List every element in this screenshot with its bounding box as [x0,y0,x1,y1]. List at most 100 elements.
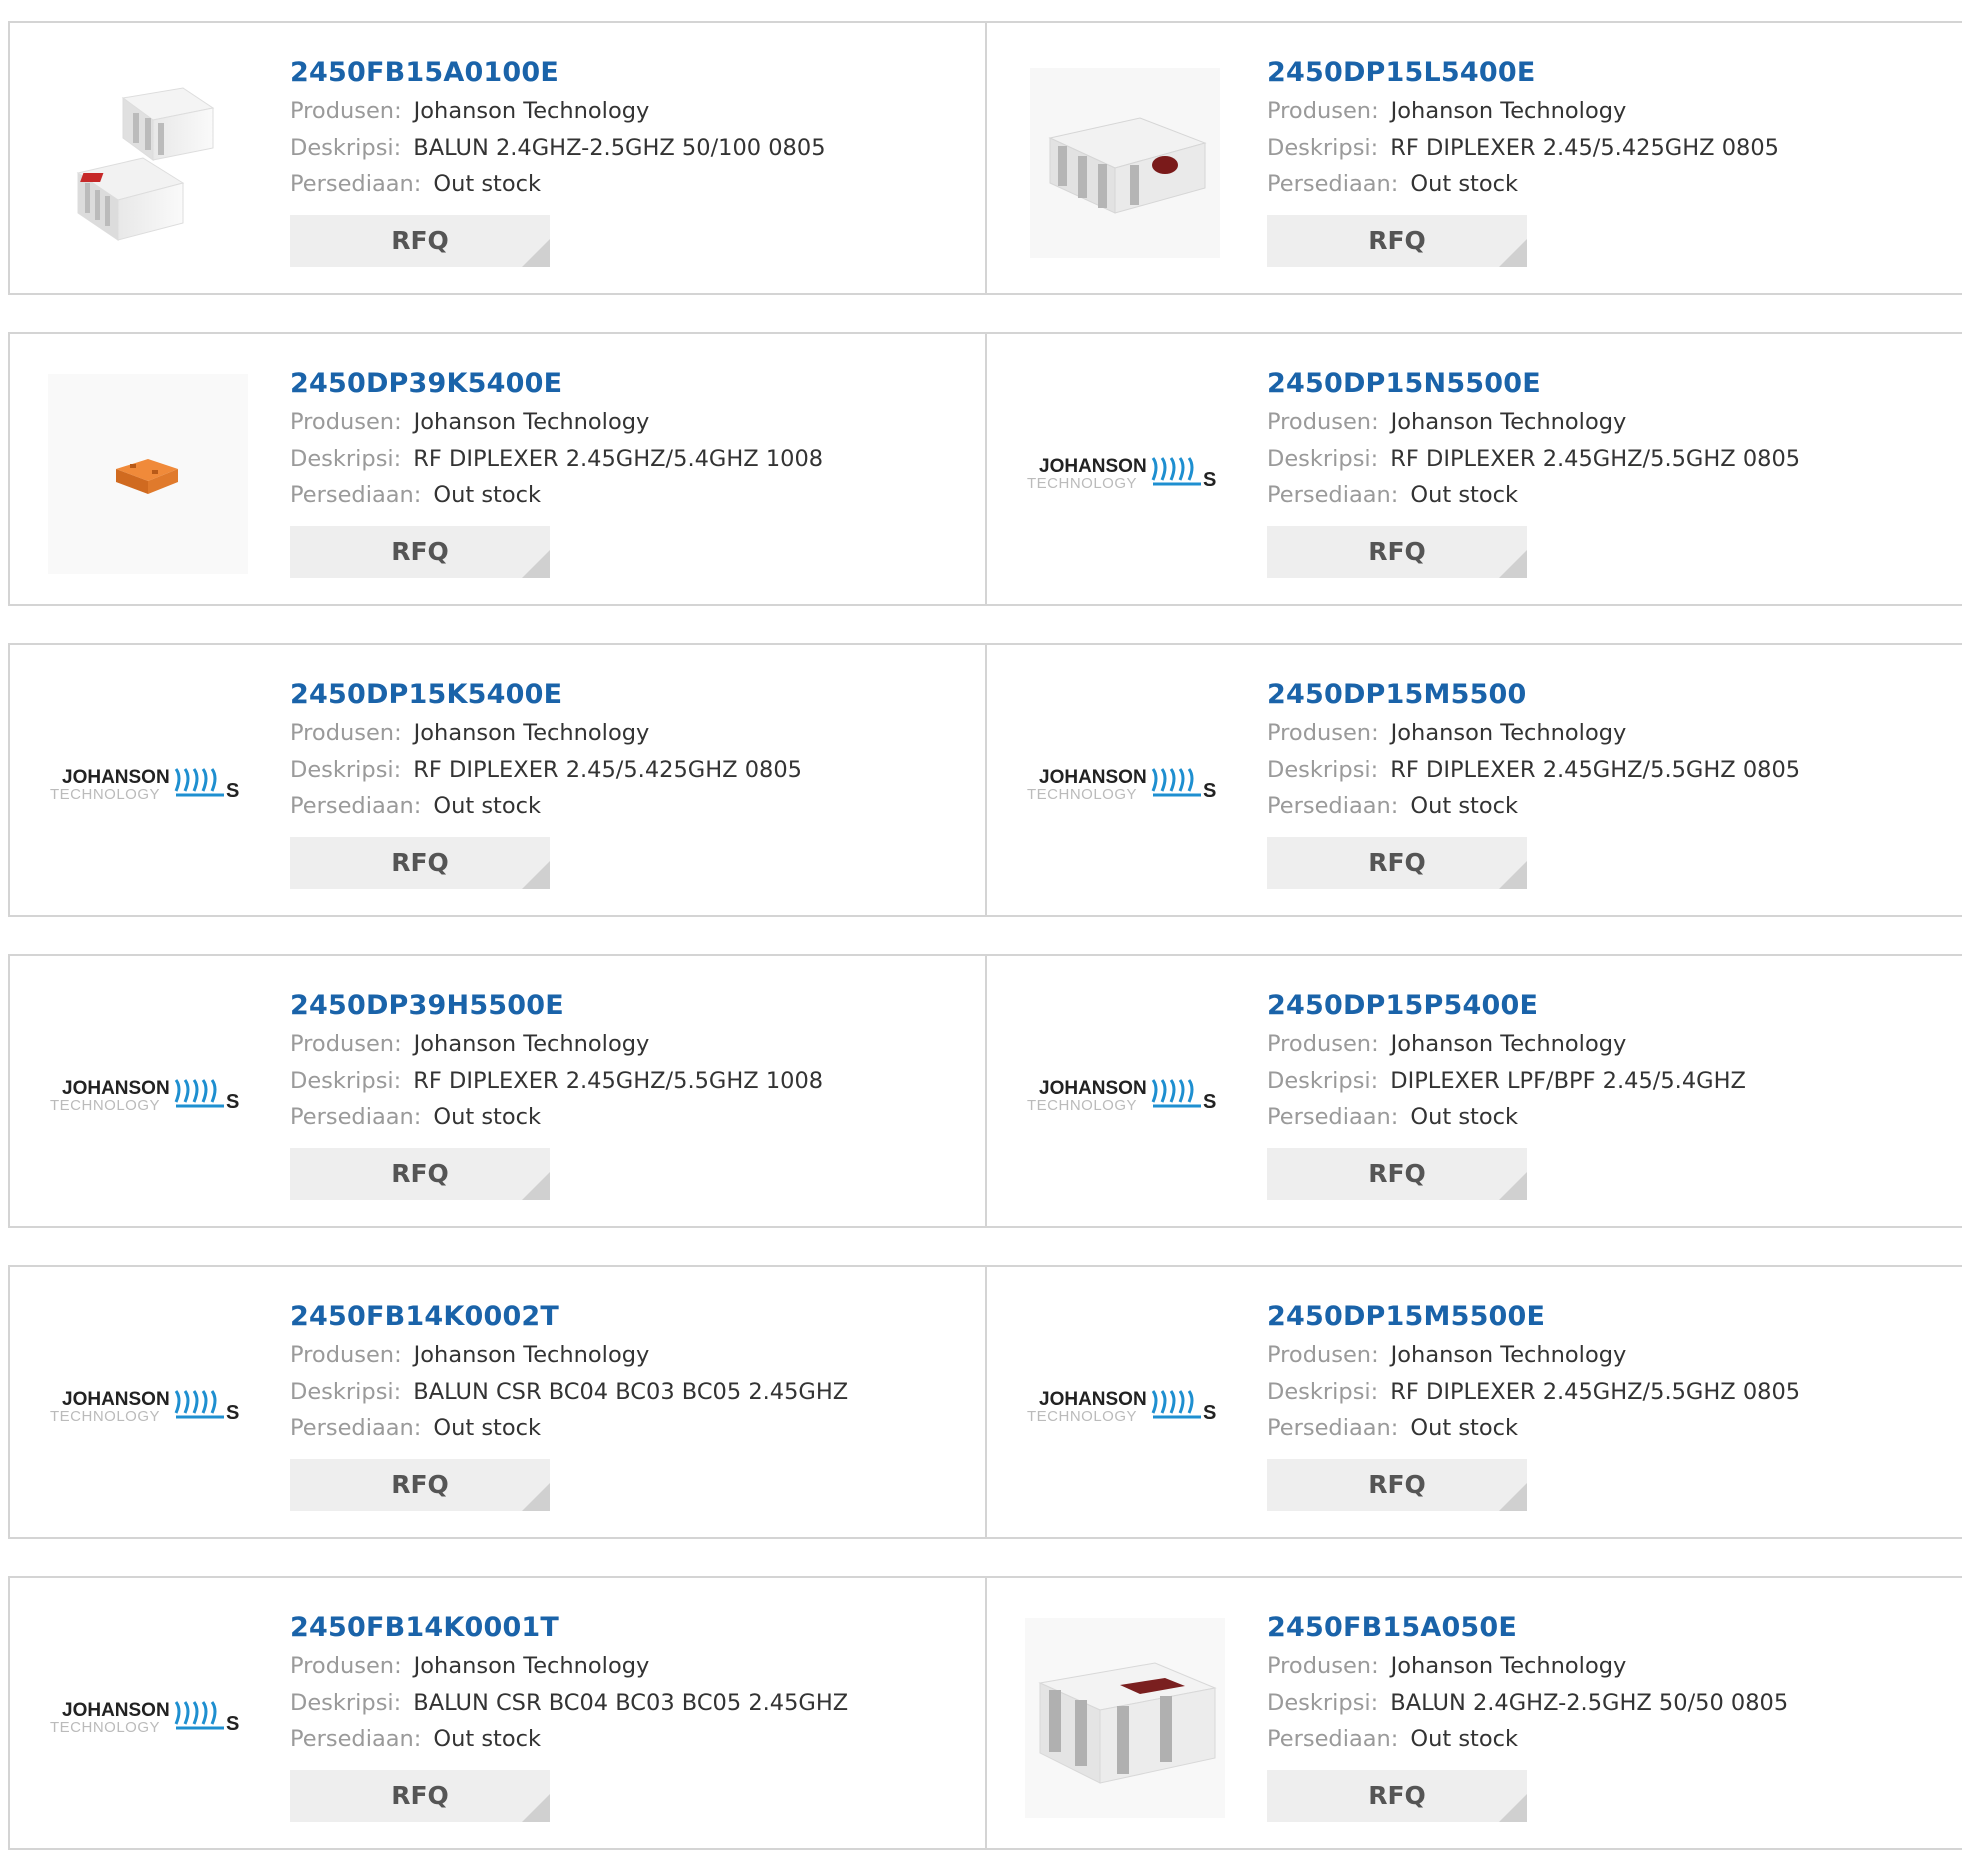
stock-value: Out stock [433,1726,542,1752]
manufacturer-value: Johanson Technology [413,1342,650,1368]
description-value: BALUN 2.4GHZ-2.5GHZ 50/50 0805 [1390,1689,1789,1716]
description-value: BALUN CSR BC04 BC03 BC05 2.45GHZ [413,1378,849,1405]
rfq-button[interactable]: RFQ [1267,1458,1527,1511]
description-label: Deskripsi: [1267,1067,1379,1094]
part-number-link[interactable]: 2450DP39K5400E [290,364,823,404]
product-info: 2450DP39H5500E Produsen: Johanson Technol… [290,986,823,1200]
rfq-label: RFQ [391,537,449,566]
manufacturer-label: Produsen: [1267,98,1379,124]
product-info: 2450FB14K0001T Produsen: Johanson Technol… [290,1608,848,1822]
svg-text:S: S [226,1713,239,1735]
johanson-logo-image[interactable]: JOHANSON TECHNOLOGY S [1025,374,1225,574]
description-label: Deskripsi: [290,756,402,783]
stock-row: Persediaan: Out stock [290,1410,848,1447]
description-value: BALUN 2.4GHZ-2.5GHZ 50/100 0805 [413,134,826,161]
johanson-logo-image[interactable]: JOHANSON TECHNOLOGY S [48,685,248,885]
rfq-button[interactable]: RFQ [1267,1769,1527,1822]
rfq-button[interactable]: RFQ [290,525,550,578]
johanson-logo-image[interactable]: JOHANSON TECHNOLOGY S [48,1618,248,1818]
svg-text:JOHANSON: JOHANSON [62,767,170,788]
svg-text:TECHNOLOGY: TECHNOLOGY [50,1408,160,1425]
part-number-link[interactable]: 2450FB14K0001T [290,1608,848,1648]
stock-row: Persediaan: Out stock [290,788,802,825]
rfq-button[interactable]: RFQ [1267,1147,1527,1200]
rfq-button[interactable]: RFQ [1267,525,1527,578]
orange-chip-image[interactable] [48,374,248,574]
stock-label: Persediaan: [290,793,422,819]
rfq-button[interactable]: RFQ [290,1458,550,1511]
part-number-link[interactable]: 2450FB15A050E [1267,1608,1788,1648]
rfq-label: RFQ [391,1159,449,1188]
manufacturer-value: Johanson Technology [1390,409,1627,435]
corner-triangle-icon [1499,1171,1527,1200]
description-row: Deskripsi: RF DIPLEXER 2.45/5.425GHZ 0805 [290,752,802,789]
part-number-link[interactable]: 2450FB15A0100E [290,53,826,93]
svg-text:S: S [226,1402,239,1424]
description-row: Deskripsi: RF DIPLEXER 2.45GHZ/5.5GHZ 080… [1267,752,1800,789]
part-number-link[interactable]: 2450DP15P5400E [1267,986,1746,1026]
manufacturer-row: Produsen: Johanson Technology [1267,715,1800,752]
svg-text:JOHANSON: JOHANSON [1039,1389,1147,1410]
part-number-link[interactable]: 2450DP15M5500 [1267,675,1800,715]
part-number-link[interactable]: 2450DP39H5500E [290,986,823,1026]
corner-triangle-icon [522,860,550,889]
stock-value: Out stock [433,482,542,508]
manufacturer-value: Johanson Technology [413,98,650,124]
johanson-logo-image[interactable]: JOHANSON TECHNOLOGY S [1025,1307,1225,1507]
stock-label: Persediaan: [290,1104,422,1130]
manufacturer-row: Produsen: Johanson Technology [290,404,823,441]
manufacturer-value: Johanson Technology [1390,1653,1627,1679]
diplexer-chip-image[interactable] [1025,63,1225,263]
johanson-logo-image[interactable]: JOHANSON TECHNOLOGY S [1025,996,1225,1196]
rfq-button[interactable]: RFQ [290,836,550,889]
manufacturer-value: Johanson Technology [1390,98,1627,124]
rfq-label: RFQ [1368,1159,1426,1188]
description-value: RF DIPLEXER 2.45GHZ/5.5GHZ 0805 [1390,1378,1801,1405]
manufacturer-label: Produsen: [290,1653,402,1679]
svg-text:S: S [1203,1402,1216,1424]
manufacturer-label: Produsen: [1267,1653,1379,1679]
balun-chip-image[interactable] [1025,1618,1225,1818]
johanson-logo-image[interactable]: JOHANSON TECHNOLOGY S [48,996,248,1196]
stock-value: Out stock [1410,1415,1519,1441]
svg-text:S: S [1203,780,1216,802]
manufacturer-row: Produsen: Johanson Technology [1267,93,1779,130]
rfq-button[interactable]: RFQ [1267,214,1527,267]
corner-triangle-icon [1499,238,1527,267]
product-info: 2450FB15A050E Produsen: Johanson Technolo… [1267,1608,1788,1822]
stock-label: Persediaan: [1267,1104,1399,1130]
description-row: Deskripsi: DIPLEXER LPF/BPF 2.45/5.4GHZ [1267,1063,1746,1100]
product-card: JOHANSON TECHNOLOGY S 2450DP15N5500E Pro… [987,332,1962,606]
part-number-link[interactable]: 2450DP15L5400E [1267,53,1779,93]
part-number-link[interactable]: 2450FB14K0002T [290,1297,848,1337]
rfq-button[interactable]: RFQ [290,1147,550,1200]
stock-row: Persediaan: Out stock [1267,1099,1746,1136]
svg-text:S: S [226,1091,239,1113]
manufacturer-value: Johanson Technology [413,720,650,746]
rfq-button[interactable]: RFQ [1267,836,1527,889]
manufacturer-value: Johanson Technology [1390,1342,1627,1368]
stock-value: Out stock [433,171,542,197]
manufacturer-label: Produsen: [290,1342,402,1368]
description-label: Deskripsi: [290,1689,402,1716]
stock-label: Persediaan: [1267,1726,1399,1752]
stock-value: Out stock [1410,171,1519,197]
part-number-link[interactable]: 2450DP15N5500E [1267,364,1800,404]
description-value: RF DIPLEXER 2.45GHZ/5.5GHZ 0805 [1390,445,1801,472]
manufacturer-row: Produsen: Johanson Technology [1267,404,1800,441]
part-number-link[interactable]: 2450DP15M5500E [1267,1297,1800,1337]
svg-text:JOHANSON: JOHANSON [62,1389,170,1410]
part-number-link[interactable]: 2450DP15K5400E [290,675,802,715]
corner-triangle-icon [1499,549,1527,578]
johanson-logo-image[interactable]: JOHANSON TECHNOLOGY S [48,1307,248,1507]
rfq-button[interactable]: RFQ [290,1769,550,1822]
corner-triangle-icon [522,238,550,267]
johanson-logo-image[interactable]: JOHANSON TECHNOLOGY S [1025,685,1225,885]
product-card: 2450FB15A050E Produsen: Johanson Technolo… [987,1576,1962,1850]
description-row: Deskripsi: RF DIPLEXER 2.45GHZ/5.5GHZ 100… [290,1063,823,1100]
svg-text:TECHNOLOGY: TECHNOLOGY [50,1719,160,1736]
stock-label: Persediaan: [290,1726,422,1752]
balun-chip-image[interactable] [48,63,248,263]
rfq-label: RFQ [391,848,449,877]
rfq-button[interactable]: RFQ [290,214,550,267]
